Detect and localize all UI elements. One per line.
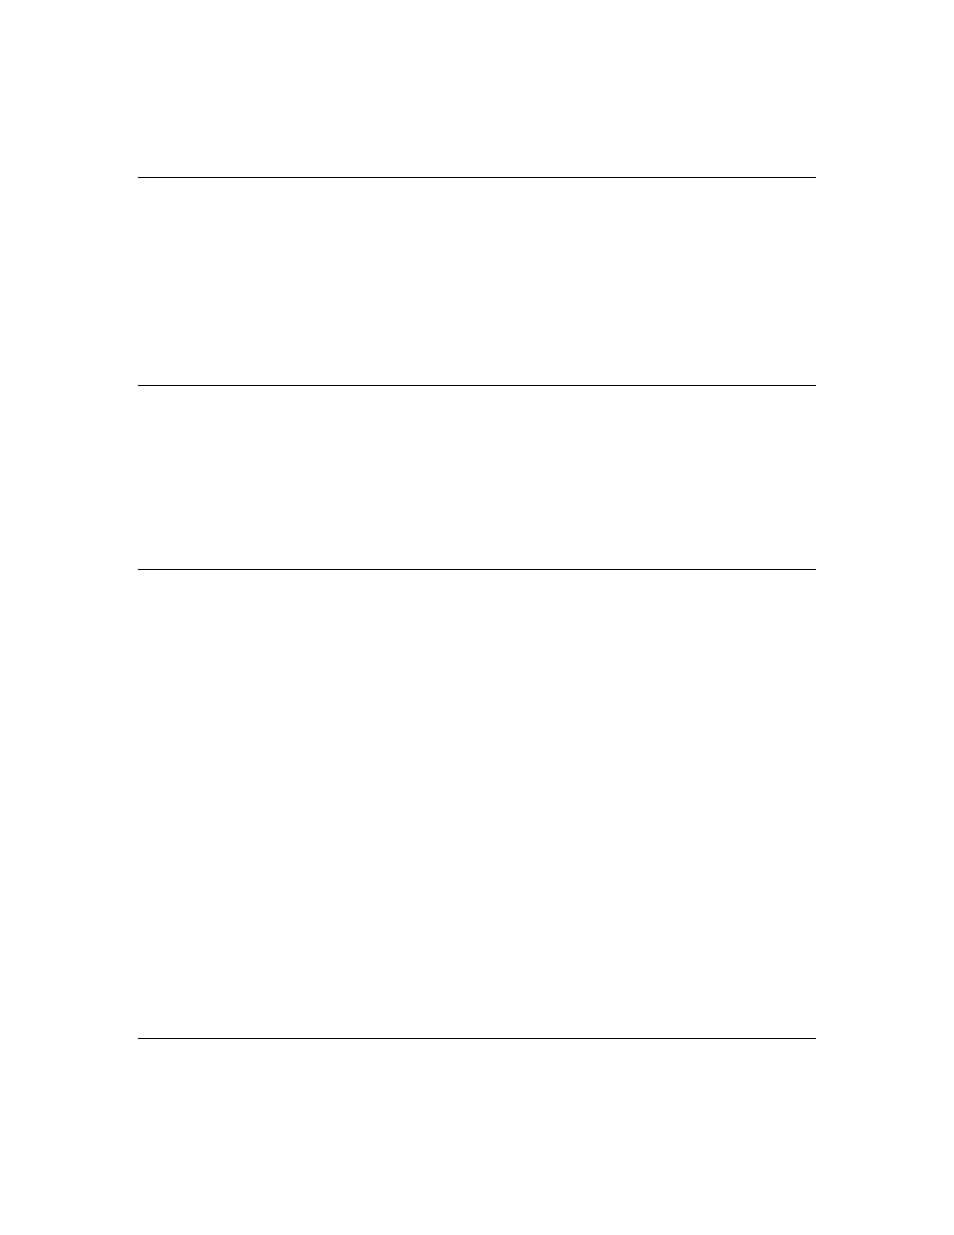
horizontal-rule (138, 1038, 816, 1039)
horizontal-rule (138, 385, 816, 386)
horizontal-rule (138, 177, 816, 178)
horizontal-rule (138, 569, 816, 570)
page (0, 0, 954, 1235)
